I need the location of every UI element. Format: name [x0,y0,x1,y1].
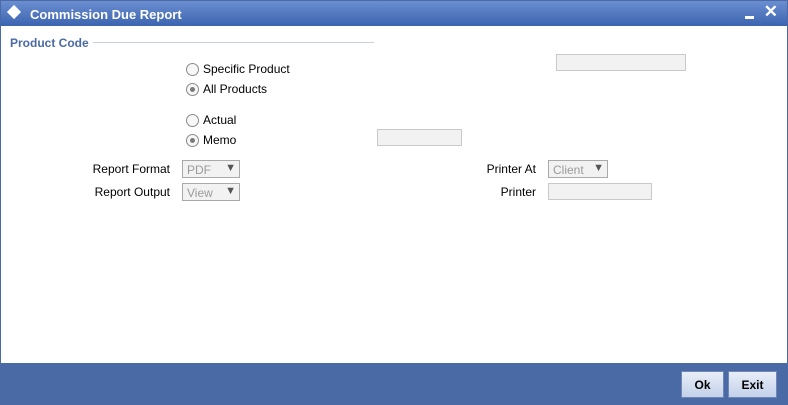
chevron-down-icon: ▼ [225,162,236,174]
report-format-value: PDF [187,163,211,177]
radio-all-products-label: All Products [203,82,268,96]
exit-button[interactable]: Exit [728,371,777,398]
printer-input[interactable] [548,183,652,200]
report-format-label: Report Format [92,162,170,176]
radio-memo-label: Memo [203,133,237,147]
radio-specific-product-button[interactable] [186,62,199,76]
report-window: Commission Due Report ✕ Product Code Spe… [0,0,788,405]
radio-all-products[interactable]: All Products [186,82,267,96]
printer-at-select[interactable]: Client ▼ [548,160,608,178]
window-diamond-icon [6,4,22,20]
section-divider [93,42,374,43]
report-output-select[interactable]: View ▼ [182,183,240,201]
ok-button[interactable]: Ok [681,371,724,398]
radio-actual-button[interactable] [186,113,199,127]
report-output-label: Report Output [94,185,170,199]
radio-actual-label: Actual [203,113,237,127]
product-code-input[interactable] [556,54,686,71]
printer-label: Printer [500,185,536,199]
report-format-select[interactable]: PDF ▼ [182,160,240,178]
radio-all-products-button[interactable] [186,82,199,96]
title-bar[interactable]: Commission Due Report ✕ [1,1,787,26]
radio-memo[interactable]: Memo [186,133,236,147]
radio-memo-button[interactable] [186,133,199,147]
minimize-icon[interactable] [745,16,754,19]
radio-specific-product[interactable]: Specific Product [186,62,290,76]
memo-input[interactable] [377,129,462,146]
printer-at-value: Client [553,163,584,177]
radio-actual[interactable]: Actual [186,113,236,127]
radio-specific-product-label: Specific Product [203,62,290,76]
section-title-product-code: Product Code [10,36,89,50]
printer-at-label: Printer At [486,162,536,176]
chevron-down-icon: ▼ [593,162,604,174]
close-icon[interactable]: ✕ [764,2,778,22]
report-output-value: View [187,186,213,200]
footer-bar [1,363,787,404]
window-title: Commission Due Report [30,7,182,22]
chevron-down-icon: ▼ [225,185,236,197]
